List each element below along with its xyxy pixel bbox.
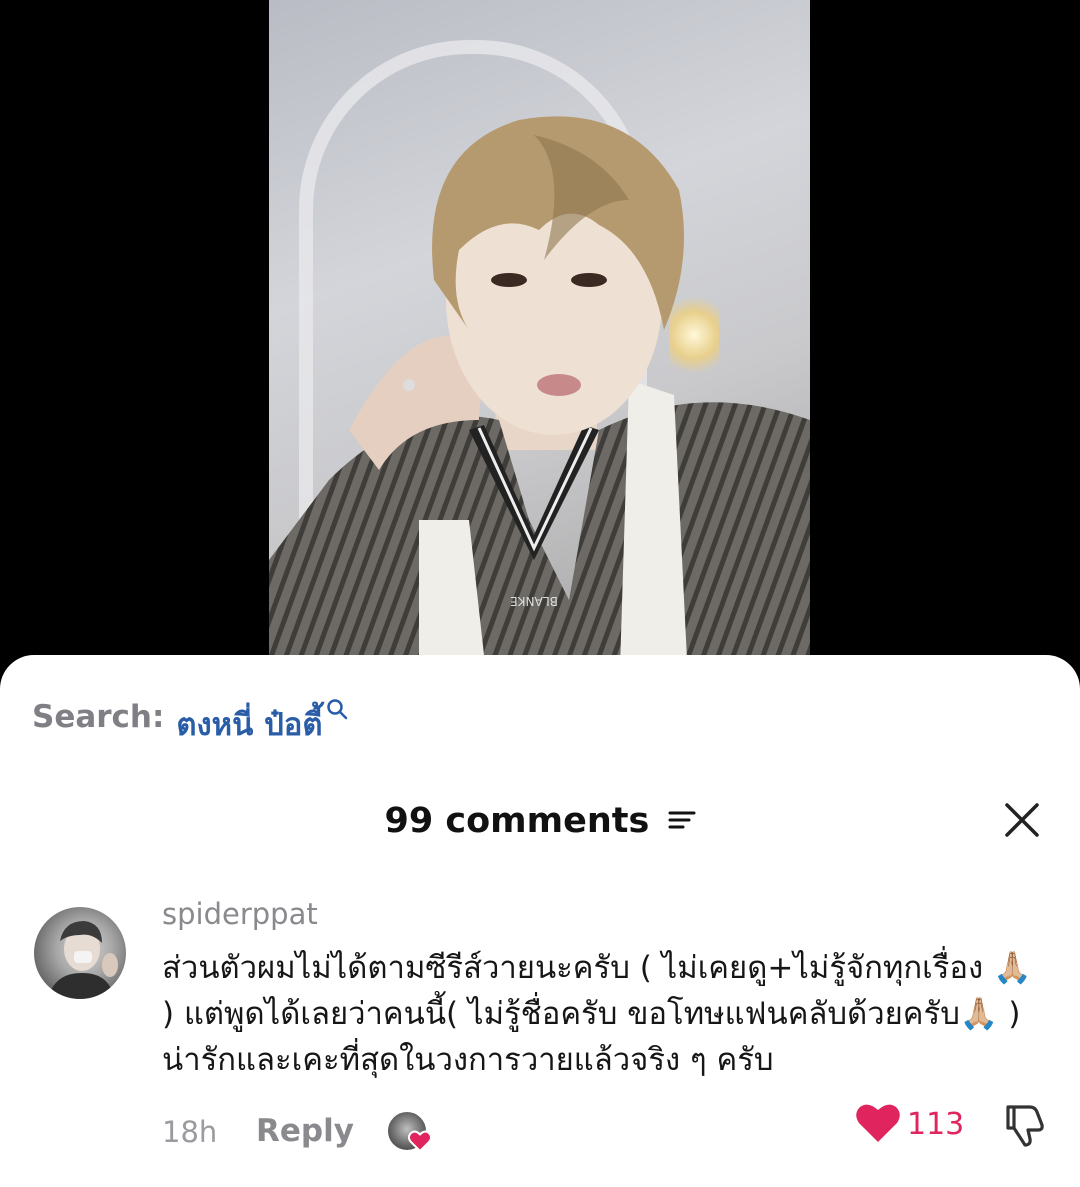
comments-sheet: Search: ตงหนี่ ป๋อตี้ 99 comments spider… <box>0 655 1080 1187</box>
avatar-image <box>48 921 118 999</box>
comments-count: 99 comments <box>384 801 650 841</box>
video-person-image: BLANKE <box>269 116 810 700</box>
video-player[interactable]: BLANKE <box>269 0 810 700</box>
dislike-icon[interactable] <box>1000 1101 1048 1149</box>
comments-header: 99 comments <box>0 801 1080 841</box>
heart-icon <box>408 1130 432 1152</box>
avatar[interactable] <box>34 907 126 999</box>
like-count: 113 <box>907 1107 965 1142</box>
search-term[interactable]: ตงหนี่ ป๋อตี้ <box>176 699 322 749</box>
filter-icon[interactable] <box>668 808 696 832</box>
search-prefix: Search: <box>32 699 165 735</box>
reply-button[interactable]: Reply <box>256 1113 354 1149</box>
app-screen: BLANKE Search: ตงหนี่ ป๋อตี้ 99 comments <box>0 0 1080 1187</box>
comment-username[interactable]: spiderppat <box>162 897 318 931</box>
like-heart-icon[interactable] <box>855 1102 901 1144</box>
comment-time: 18h <box>162 1115 218 1149</box>
creator-liked-badge <box>386 1110 432 1154</box>
close-icon[interactable] <box>1003 801 1041 839</box>
search-icon[interactable] <box>325 697 349 721</box>
svg-text:BLANKE: BLANKE <box>510 594 558 608</box>
comment-text: ส่วนตัวผมไม่ได้ตามซีรีส์วายนะครับ ( ไม่เ… <box>162 950 1032 1078</box>
search-suggestion[interactable]: Search: ตงหนี่ ป๋อตี้ <box>32 699 349 749</box>
